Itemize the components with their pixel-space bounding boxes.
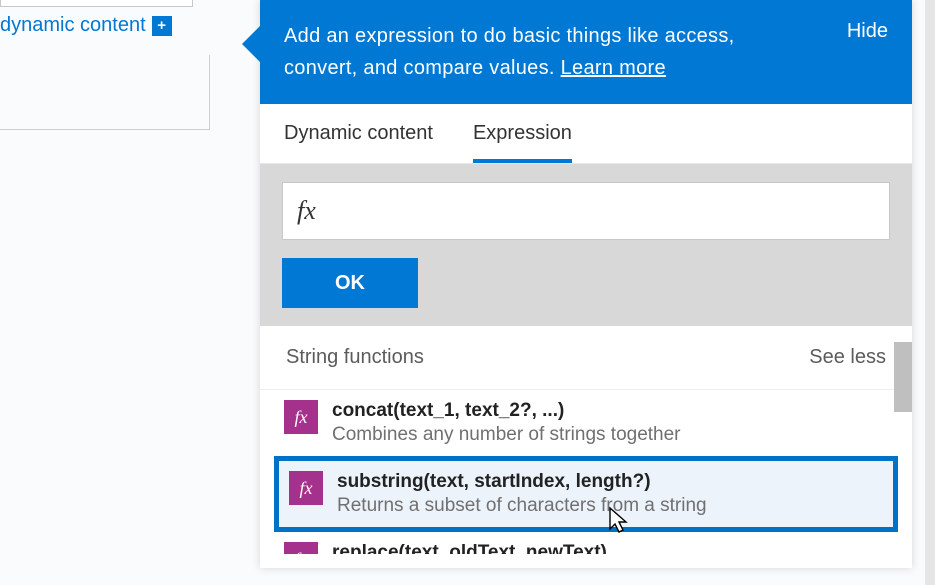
dynamic-content-label: dynamic content xyxy=(0,14,146,37)
callout-header: Add an expression to do basic things lik… xyxy=(260,0,912,104)
ok-button[interactable]: OK xyxy=(282,258,418,308)
fx-icon: fx xyxy=(284,400,318,434)
fx-icon: fx xyxy=(289,471,323,505)
function-group-header: String functions See less xyxy=(260,326,912,390)
plus-icon[interactable]: + xyxy=(152,16,172,36)
see-less-button[interactable]: See less xyxy=(809,346,886,369)
callout-arrow-icon xyxy=(242,26,260,62)
function-item-replace[interactable]: fx replace(text, oldText, newText) xyxy=(274,532,898,554)
scrollbar-thumb[interactable] xyxy=(894,342,912,412)
function-group-title: String functions xyxy=(286,346,424,369)
header-text: Add an expression to do basic things lik… xyxy=(284,20,784,84)
function-description: Combines any number of strings together xyxy=(332,424,888,446)
fx-icon: fx xyxy=(297,196,316,226)
header-description: Add an expression to do basic things lik… xyxy=(284,25,735,79)
card-outline-fragment xyxy=(0,55,210,130)
function-signature: substring(text, startIndex, length?) xyxy=(337,471,883,493)
right-shadow xyxy=(925,0,935,585)
function-description: Returns a subset of characters from a st… xyxy=(337,495,883,517)
fx-icon: fx xyxy=(284,542,318,554)
function-item-substring[interactable]: fx substring(text, startIndex, length?) … xyxy=(274,456,898,532)
tab-dynamic-content[interactable]: Dynamic content xyxy=(284,122,433,163)
learn-more-link[interactable]: Learn more xyxy=(561,57,666,79)
tab-bar: Dynamic content Expression xyxy=(260,104,912,164)
expression-editor-area: fx OK xyxy=(260,164,912,326)
input-outline-fragment xyxy=(0,0,193,7)
dynamic-content-pill[interactable]: dynamic content + xyxy=(0,14,172,37)
function-signature: concat(text_1, text_2?, ...) xyxy=(332,400,888,422)
function-item-concat[interactable]: fx concat(text_1, text_2?, ...) Combines… xyxy=(274,390,898,456)
tab-expression[interactable]: Expression xyxy=(473,122,572,163)
expression-input[interactable]: fx xyxy=(282,182,890,240)
expression-callout: Add an expression to do basic things lik… xyxy=(260,0,912,568)
function-signature: replace(text, oldText, newText) xyxy=(332,542,888,554)
hide-button[interactable]: Hide xyxy=(847,20,888,43)
function-list: fx concat(text_1, text_2?, ...) Combines… xyxy=(260,390,912,568)
